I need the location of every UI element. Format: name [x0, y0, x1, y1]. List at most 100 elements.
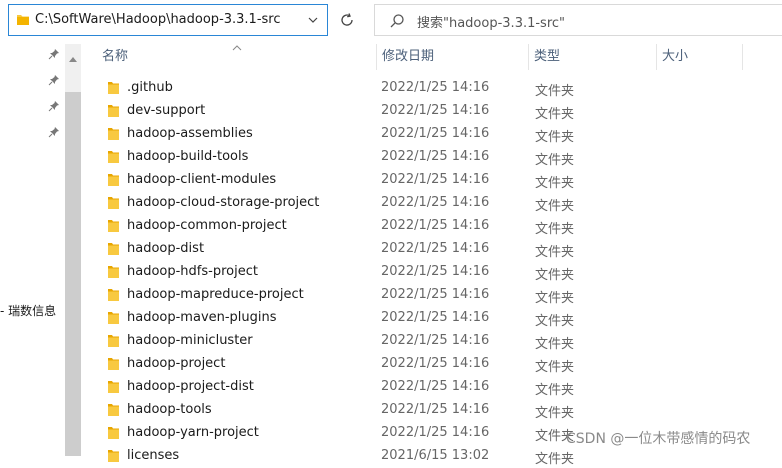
file-type: 文件夹 — [535, 199, 575, 214]
folder-icon — [108, 449, 120, 467]
file-type: 文件夹 — [535, 406, 575, 421]
file-type: 文件夹 — [535, 176, 575, 191]
file-row[interactable]: hadoop-common-project 2022/1/25 14:16 文件夹 — [96, 215, 782, 238]
file-name[interactable]: hadoop-maven-plugins — [127, 310, 277, 325]
folder-icon — [108, 288, 120, 306]
file-type: 文件夹 — [535, 84, 575, 99]
file-row[interactable]: hadoop-maven-plugins 2022/1/25 14:16 文件夹 — [96, 307, 782, 330]
file-row[interactable]: dev-support 2022/1/25 14:16 文件夹 — [96, 100, 782, 123]
file-type: 文件夹 — [535, 383, 575, 398]
folder-icon — [108, 403, 120, 421]
file-type: 文件夹 — [535, 245, 575, 260]
column-header-date[interactable]: 修改日期 — [376, 40, 528, 72]
scrollbar-thumb[interactable] — [65, 92, 81, 456]
folder-icon — [108, 265, 120, 283]
file-name[interactable]: hadoop-cloud-storage-project — [127, 195, 319, 210]
file-row[interactable]: hadoop-client-modules 2022/1/25 14:16 文件夹 — [96, 169, 782, 192]
file-name[interactable]: hadoop-minicluster — [127, 333, 253, 348]
file-name[interactable]: hadoop-project-dist — [127, 379, 254, 394]
column-divider[interactable] — [742, 44, 743, 70]
file-type: 文件夹 — [535, 291, 575, 306]
folder-icon — [16, 13, 30, 31]
search-box[interactable]: 搜索"hadoop-3.3.1-src" — [374, 4, 782, 36]
file-row[interactable]: hadoop-hdfs-project 2022/1/25 14:16 文件夹 — [96, 261, 782, 284]
file-date: 2022/1/25 14:16 — [381, 218, 490, 233]
column-header-type[interactable]: 类型 — [528, 40, 656, 72]
file-row[interactable]: hadoop-dist 2022/1/25 14:16 文件夹 — [96, 238, 782, 261]
file-type: 文件夹 — [535, 360, 575, 375]
file-date: 2022/1/25 14:16 — [381, 126, 490, 141]
column-header-name[interactable]: 名称 — [96, 40, 376, 72]
chevron-down-icon[interactable] — [307, 14, 319, 30]
folder-icon — [108, 127, 120, 145]
file-name[interactable]: hadoop-common-project — [127, 218, 287, 233]
file-date: 2022/1/25 14:16 — [381, 287, 490, 302]
file-row[interactable]: hadoop-project 2022/1/25 14:16 文件夹 — [96, 353, 782, 376]
pin-icon[interactable] — [48, 48, 60, 64]
file-date: 2022/1/25 14:16 — [381, 103, 490, 118]
file-date: 2022/1/25 14:16 — [381, 310, 490, 325]
folder-icon — [108, 196, 120, 214]
file-date: 2022/1/25 14:16 — [381, 149, 490, 164]
file-row[interactable]: hadoop-tools 2022/1/25 14:16 文件夹 — [96, 399, 782, 422]
file-name[interactable]: hadoop-client-modules — [127, 172, 276, 187]
file-type: 文件夹 — [535, 452, 575, 467]
folder-icon — [108, 311, 120, 329]
file-name[interactable]: hadoop-tools — [127, 402, 212, 417]
address-path[interactable]: C:\SoftWare\Hadoop\hadoop-3.3.1-src — [35, 12, 281, 27]
file-name[interactable]: hadoop-mapreduce-project — [127, 287, 304, 302]
file-row[interactable]: .github 2022/1/25 14:16 文件夹 — [96, 77, 782, 100]
search-icon — [389, 13, 405, 33]
nav-item-label[interactable]: - 瑞数信息 — [0, 302, 64, 319]
file-row[interactable]: hadoop-project-dist 2022/1/25 14:16 文件夹 — [96, 376, 782, 399]
search-input[interactable]: 搜索"hadoop-3.3.1-src" — [417, 12, 565, 31]
file-row[interactable]: hadoop-cloud-storage-project 2022/1/25 14… — [96, 192, 782, 215]
folder-icon — [108, 150, 120, 168]
file-name[interactable]: .github — [127, 80, 173, 95]
file-row[interactable]: hadoop-build-tools 2022/1/25 14:16 文件夹 — [96, 146, 782, 169]
file-name[interactable]: hadoop-project — [127, 356, 225, 371]
file-row[interactable]: hadoop-mapreduce-project 2022/1/25 14:16 文… — [96, 284, 782, 307]
file-type: 文件夹 — [535, 222, 575, 237]
folder-icon — [108, 81, 120, 99]
file-date: 2022/1/25 14:16 — [381, 264, 490, 279]
folder-icon — [108, 219, 120, 237]
file-type: 文件夹 — [535, 130, 575, 145]
file-type: 文件夹 — [535, 153, 575, 168]
address-bar[interactable]: C:\SoftWare\Hadoop\hadoop-3.3.1-src — [8, 4, 328, 36]
file-date: 2022/1/25 14:16 — [381, 195, 490, 210]
nav-scrollbar[interactable] — [65, 44, 81, 456]
file-type: 文件夹 — [535, 337, 575, 352]
refresh-button[interactable] — [334, 6, 360, 34]
file-row[interactable]: hadoop-minicluster 2022/1/25 14:16 文件夹 — [96, 330, 782, 353]
file-name[interactable]: hadoop-assemblies — [127, 126, 253, 141]
file-row[interactable]: licenses 2021/6/15 13:02 文件夹 — [96, 445, 782, 468]
folder-icon — [108, 426, 120, 444]
file-date: 2022/1/25 14:16 — [381, 80, 490, 95]
file-type: 文件夹 — [535, 268, 575, 283]
file-date: 2022/1/25 14:16 — [381, 172, 490, 187]
file-date: 2022/1/25 14:16 — [381, 425, 490, 440]
pin-icon[interactable] — [48, 126, 60, 142]
file-date: 2022/1/25 14:16 — [381, 333, 490, 348]
file-name[interactable]: hadoop-hdfs-project — [127, 264, 258, 279]
file-name[interactable]: dev-support — [127, 103, 205, 118]
column-headers: 名称 修改日期 类型 大小 — [96, 40, 782, 72]
folder-icon — [108, 173, 120, 191]
scroll-up-icon[interactable] — [69, 51, 77, 66]
folder-icon — [108, 380, 120, 398]
pin-icon[interactable] — [48, 74, 60, 90]
refresh-icon — [341, 13, 353, 26]
file-row[interactable]: hadoop-assemblies 2022/1/25 14:16 文件夹 — [96, 123, 782, 146]
pin-icon[interactable] — [48, 100, 60, 116]
file-date: 2022/1/25 14:16 — [381, 241, 490, 256]
file-date: 2022/1/25 14:16 — [381, 356, 490, 371]
file-name[interactable]: hadoop-build-tools — [127, 149, 248, 164]
file-name[interactable]: hadoop-yarn-project — [127, 425, 259, 440]
file-type: 文件夹 — [535, 314, 575, 329]
file-type: 文件夹 — [535, 107, 575, 122]
column-header-size[interactable]: 大小 — [656, 40, 742, 72]
file-name[interactable]: hadoop-dist — [127, 241, 204, 256]
folder-icon — [108, 104, 120, 122]
file-date: 2022/1/25 14:16 — [381, 379, 490, 394]
